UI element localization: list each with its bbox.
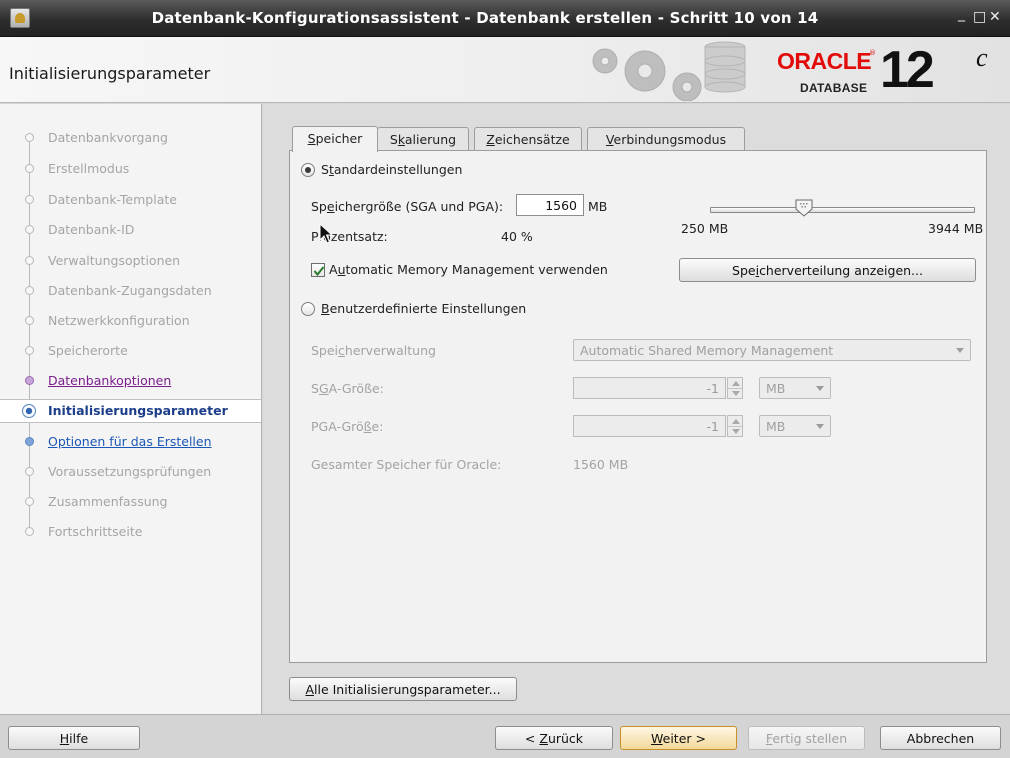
memory-slider-thumb[interactable] (794, 199, 814, 217)
step-bullet-icon (25, 346, 34, 355)
maximize-icon[interactable]: □ (973, 9, 986, 25)
header-banner: Initialisierungsparameter ORACLE ® DATAB… (0, 37, 1010, 103)
step-bullet-icon (25, 467, 34, 476)
step-bullet-icon (25, 286, 34, 295)
nav-step-voraussetzungspruefungen: Voraussetzungsprüfungen (0, 461, 261, 483)
memory-slider-track[interactable] (710, 207, 975, 213)
total-memory-label: Gesamter Speicher für Oracle: (311, 457, 502, 472)
nav-step-erstellmodus: Erstellmodus (0, 158, 261, 180)
nav-step-fortschrittseite: Fortschrittseite (0, 521, 261, 543)
current-step-icon (22, 404, 36, 418)
nav-step-datenbank-template: Datenbank-Template (0, 189, 261, 211)
close-icon[interactable]: ✕ (989, 9, 1001, 25)
pga-unit-select[interactable]: MB (759, 415, 831, 437)
arrow-up-icon (732, 419, 740, 424)
minimize-icon[interactable]: _ (958, 6, 965, 22)
version-number: 12 (880, 41, 935, 99)
help-button[interactable]: Hilfe (8, 726, 140, 750)
title-bar: Datenbank-Konfigurationsassistent - Date… (0, 0, 1010, 37)
custom-settings-label[interactable]: Benutzerdefinierte Einstellungen (321, 301, 526, 316)
arrow-down-icon (732, 391, 740, 396)
nav-step-netzwerkkonfiguration: Netzwerkkonfiguration (0, 310, 261, 332)
total-memory-value: 1560 MB (573, 457, 629, 472)
arrow-up-icon (732, 381, 740, 386)
nav-step-datenbank-id: Datenbank-ID (0, 219, 261, 241)
sga-size-spinner[interactable] (727, 377, 743, 399)
sga-unit-select[interactable]: MB (759, 377, 831, 399)
memory-size-label: Speichergröße (SGA und PGA): (311, 199, 504, 214)
amm-checkbox-label[interactable]: Automatic Memory Management verwenden (329, 262, 608, 277)
sga-size-input[interactable]: -1 (573, 377, 726, 399)
step-navigation: Datenbankvorgang Erstellmodus Datenbank-… (0, 104, 262, 714)
step-bullet-icon (25, 256, 34, 265)
tab-zeichensaetze[interactable]: Zeichensätze (474, 127, 582, 151)
step-bullet-icon (25, 376, 34, 385)
chevron-down-icon (816, 386, 824, 391)
tab-verbindungsmodus[interactable]: Verbindungsmodus (587, 127, 745, 151)
cancel-button[interactable]: Abbrechen (880, 726, 1001, 750)
gears-icon (592, 41, 746, 101)
pga-size-input[interactable]: -1 (573, 415, 726, 437)
nav-step-verwaltungsoptionen: Verwaltungsoptionen (0, 250, 261, 272)
finish-button[interactable]: Fertig stellen (748, 726, 865, 750)
pga-size-label: PGA-Größe: (311, 419, 384, 434)
back-button[interactable]: < Zurück (495, 726, 613, 750)
show-memory-distribution-button[interactable]: Speicherverteilung anzeigen... (679, 258, 976, 282)
version-suffix: c (976, 43, 988, 72)
window-title: Datenbank-Konfigurationsassistent - Date… (151, 9, 819, 27)
oracle-logo: ORACLE ® DATABASE (777, 48, 876, 95)
nav-step-optionen-erstellen[interactable]: Optionen für das Erstellen (0, 431, 261, 453)
nav-step-initialisierungsparameter: Initialisierungsparameter (0, 399, 261, 423)
memory-management-select[interactable]: Automatic Shared Memory Management (573, 339, 971, 361)
sga-size-label: SGA-Größe: (311, 381, 384, 396)
standard-settings-radio[interactable] (301, 163, 315, 177)
amm-checkbox[interactable] (311, 263, 325, 277)
tab-panel-speicher: Standardeinstellungen Speichergröße (SGA… (289, 150, 987, 663)
nav-step-datenbankvorgang: Datenbankvorgang (0, 127, 261, 149)
step-bullet-icon (25, 316, 34, 325)
step-bullet-icon (25, 164, 34, 173)
next-button[interactable]: Weiter > (620, 726, 737, 750)
mouse-cursor-icon (319, 223, 334, 244)
tab-speicher[interactable]: Speicher (292, 126, 378, 152)
memory-size-unit: MB (588, 199, 608, 214)
memory-size-input[interactable]: 1560 (516, 194, 584, 216)
chevron-down-icon (816, 424, 824, 429)
step-bullet-icon (25, 225, 34, 234)
footer-bar: Hilfe < Zurück Weiter > Fertig stellen A… (0, 714, 1010, 758)
step-bullet-icon (25, 195, 34, 204)
checkmark-icon (313, 266, 325, 277)
app-icon (10, 8, 30, 28)
step-bullet-icon (25, 437, 34, 446)
step-bullet-icon (25, 527, 34, 536)
nav-step-datenbank-zugangsdaten: Datenbank-Zugangsdaten (0, 280, 261, 302)
pga-size-spinner[interactable] (727, 415, 743, 437)
tab-skalierung[interactable]: Skalierung (377, 127, 469, 151)
page-title: Initialisierungsparameter (9, 64, 211, 83)
arrow-down-icon (732, 429, 740, 434)
nav-step-speicherorte: Speicherorte (0, 340, 261, 362)
step-bullet-icon (25, 497, 34, 506)
step-bullet-icon (25, 133, 34, 142)
chevron-down-icon (956, 348, 964, 353)
custom-settings-radio[interactable] (301, 302, 315, 316)
nav-step-zusammenfassung: Zusammenfassung (0, 491, 261, 513)
percent-value: 40 % (501, 229, 533, 244)
standard-settings-label[interactable]: Standardeinstellungen (321, 162, 462, 177)
main-panel: Speicher Skalierung Zeichensätze Verbind… (263, 104, 1010, 714)
slider-max-label: 3944 MB (928, 221, 984, 236)
memory-management-label: Speicherverwaltung (311, 343, 436, 358)
all-init-parameters-button[interactable]: Alle Initialisierungsparameter... (289, 677, 517, 701)
slider-min-label: 250 MB (681, 221, 729, 236)
nav-step-datenbankoptionen[interactable]: Datenbankoptionen (0, 370, 261, 392)
